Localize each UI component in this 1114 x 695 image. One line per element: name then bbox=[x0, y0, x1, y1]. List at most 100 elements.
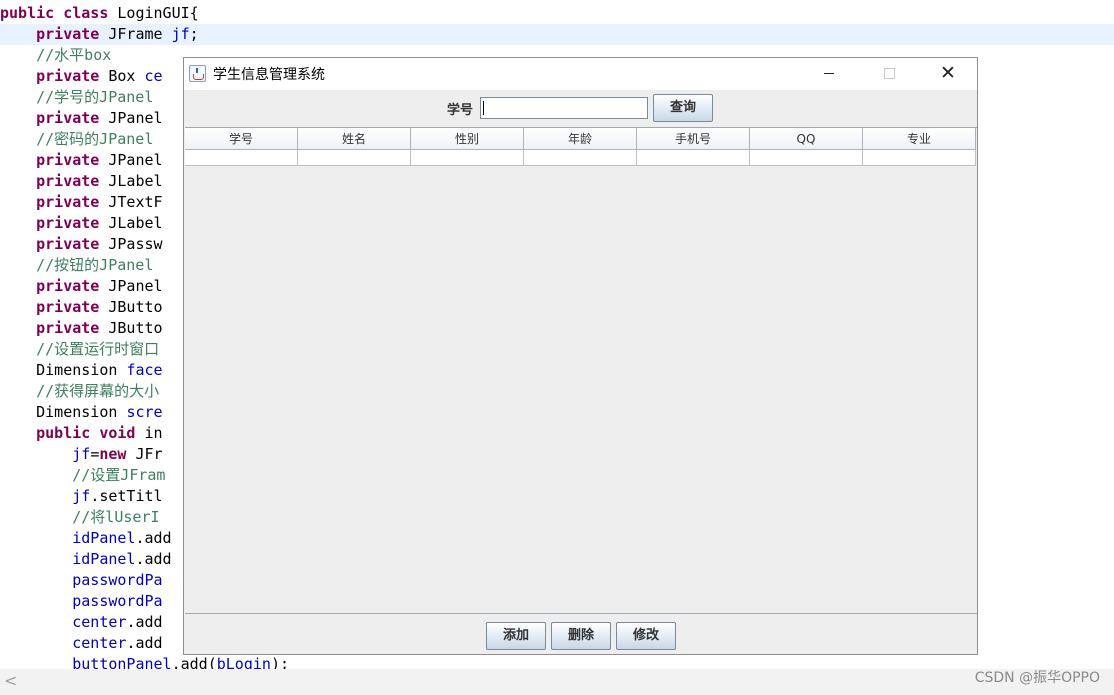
java-icon bbox=[189, 65, 206, 82]
column-header[interactable]: 年龄 bbox=[524, 128, 637, 150]
column-header[interactable]: 学号 bbox=[185, 128, 298, 150]
code-token: .add bbox=[135, 529, 172, 547]
table-row[interactable] bbox=[185, 150, 976, 166]
window-title: 学生信息管理系统 bbox=[213, 67, 325, 83]
table-cell[interactable] bbox=[750, 150, 863, 166]
column-header[interactable]: QQ bbox=[750, 128, 863, 150]
code-token: //水平box bbox=[0, 46, 112, 64]
code-token: //按钮的JPanel bbox=[0, 256, 154, 274]
search-button[interactable]: 查询 bbox=[653, 94, 713, 122]
column-header[interactable]: 专业 bbox=[863, 128, 976, 150]
table-cell[interactable] bbox=[524, 150, 637, 166]
close-button[interactable]: ✕ bbox=[925, 58, 971, 90]
code-token: JPanel bbox=[99, 277, 163, 295]
scroll-left-icon[interactable]: < bbox=[4, 671, 17, 690]
code-token: private bbox=[36, 235, 100, 253]
code-token: private bbox=[36, 193, 100, 211]
code-line[interactable]: public class LoginGUI{ bbox=[0, 3, 1114, 24]
code-token: private bbox=[36, 172, 100, 190]
maximize-button[interactable] bbox=[866, 58, 912, 90]
student-id-search-input[interactable] bbox=[480, 97, 648, 119]
code-token: JFr bbox=[126, 445, 163, 463]
code-token: idPanel bbox=[72, 550, 136, 568]
code-token: ; bbox=[189, 25, 199, 43]
code-token: private bbox=[36, 277, 100, 295]
column-header[interactable]: 姓名 bbox=[298, 128, 411, 150]
code-token: private bbox=[36, 151, 100, 169]
code-token: JButto bbox=[99, 298, 163, 316]
student-table[interactable]: 学号 姓名 性别 年龄 手机号 QQ 专业 bbox=[185, 127, 977, 614]
code-token: ce bbox=[144, 67, 163, 85]
code-token: //将lUserI bbox=[0, 508, 160, 526]
code-token: scre bbox=[126, 403, 163, 421]
code-line[interactable]: buttonPanel.add(bLogin); bbox=[0, 654, 1114, 669]
code-token: JPassw bbox=[99, 235, 163, 253]
code-token: public class bbox=[0, 4, 109, 22]
horizontal-scrollbar[interactable]: < bbox=[0, 669, 1114, 695]
column-header[interactable]: 手机号 bbox=[637, 128, 750, 150]
code-token: JLabel bbox=[99, 214, 163, 232]
code-token: //设置JFram bbox=[0, 466, 166, 484]
code-token: idPanel bbox=[72, 529, 136, 547]
code-token: = bbox=[90, 445, 100, 463]
minimize-button[interactable] bbox=[806, 58, 852, 90]
code-token: private bbox=[36, 109, 100, 127]
code-token: passwordPa bbox=[72, 571, 163, 589]
delete-button[interactable]: 删除 bbox=[551, 622, 611, 650]
code-token: in bbox=[135, 424, 163, 442]
code-token: JPanel bbox=[99, 151, 163, 169]
code-token: JTextF bbox=[99, 193, 163, 211]
code-token: new bbox=[99, 445, 127, 463]
code-token: Box bbox=[99, 67, 145, 85]
code-token: bLogin bbox=[216, 655, 271, 669]
code-token: .add( bbox=[171, 655, 217, 669]
column-header[interactable]: 性别 bbox=[411, 128, 524, 150]
table-cell[interactable] bbox=[185, 150, 298, 166]
code-token: public void bbox=[36, 424, 136, 442]
code-line[interactable]: private JFrame jf; bbox=[0, 24, 1114, 45]
title-bar[interactable]: 学生信息管理系统 ✕ bbox=[184, 58, 977, 90]
code-token: //学号的JPanel bbox=[0, 88, 154, 106]
code-token: .add bbox=[135, 550, 172, 568]
add-button[interactable]: 添加 bbox=[486, 622, 546, 650]
code-token: private bbox=[36, 319, 100, 337]
table-header: 学号 姓名 性别 年龄 手机号 QQ 专业 bbox=[185, 128, 976, 150]
code-token: //获得屏幕的大小 bbox=[0, 382, 160, 400]
text-caret bbox=[483, 101, 484, 115]
table-cell[interactable] bbox=[637, 150, 750, 166]
code-token: JPanel bbox=[99, 109, 163, 127]
code-token: jf bbox=[72, 445, 91, 463]
code-token: .setTitl bbox=[90, 487, 163, 505]
code-token: Dimension bbox=[0, 403, 127, 421]
table-cell[interactable] bbox=[298, 150, 411, 166]
maximize-icon bbox=[884, 68, 895, 79]
table-cell[interactable] bbox=[411, 150, 524, 166]
code-token: private bbox=[36, 67, 100, 85]
code-token: //设置运行时窗口 bbox=[0, 340, 160, 358]
code-token: private bbox=[36, 25, 100, 43]
code-token: center bbox=[72, 634, 127, 652]
minimize-icon bbox=[824, 73, 834, 74]
edit-button[interactable]: 修改 bbox=[616, 622, 676, 650]
close-icon: ✕ bbox=[940, 62, 956, 84]
table-cell[interactable] bbox=[863, 150, 976, 166]
code-token: //密码的JPanel bbox=[0, 130, 154, 148]
code-token: JButto bbox=[99, 319, 163, 337]
app-window: 学生信息管理系统 ✕ 学号 查询 学号 姓名 性别 年龄 手机号 QQ 专业 添加 删除 修… bbox=[183, 57, 978, 655]
code-token: LoginGUI{ bbox=[108, 4, 199, 22]
